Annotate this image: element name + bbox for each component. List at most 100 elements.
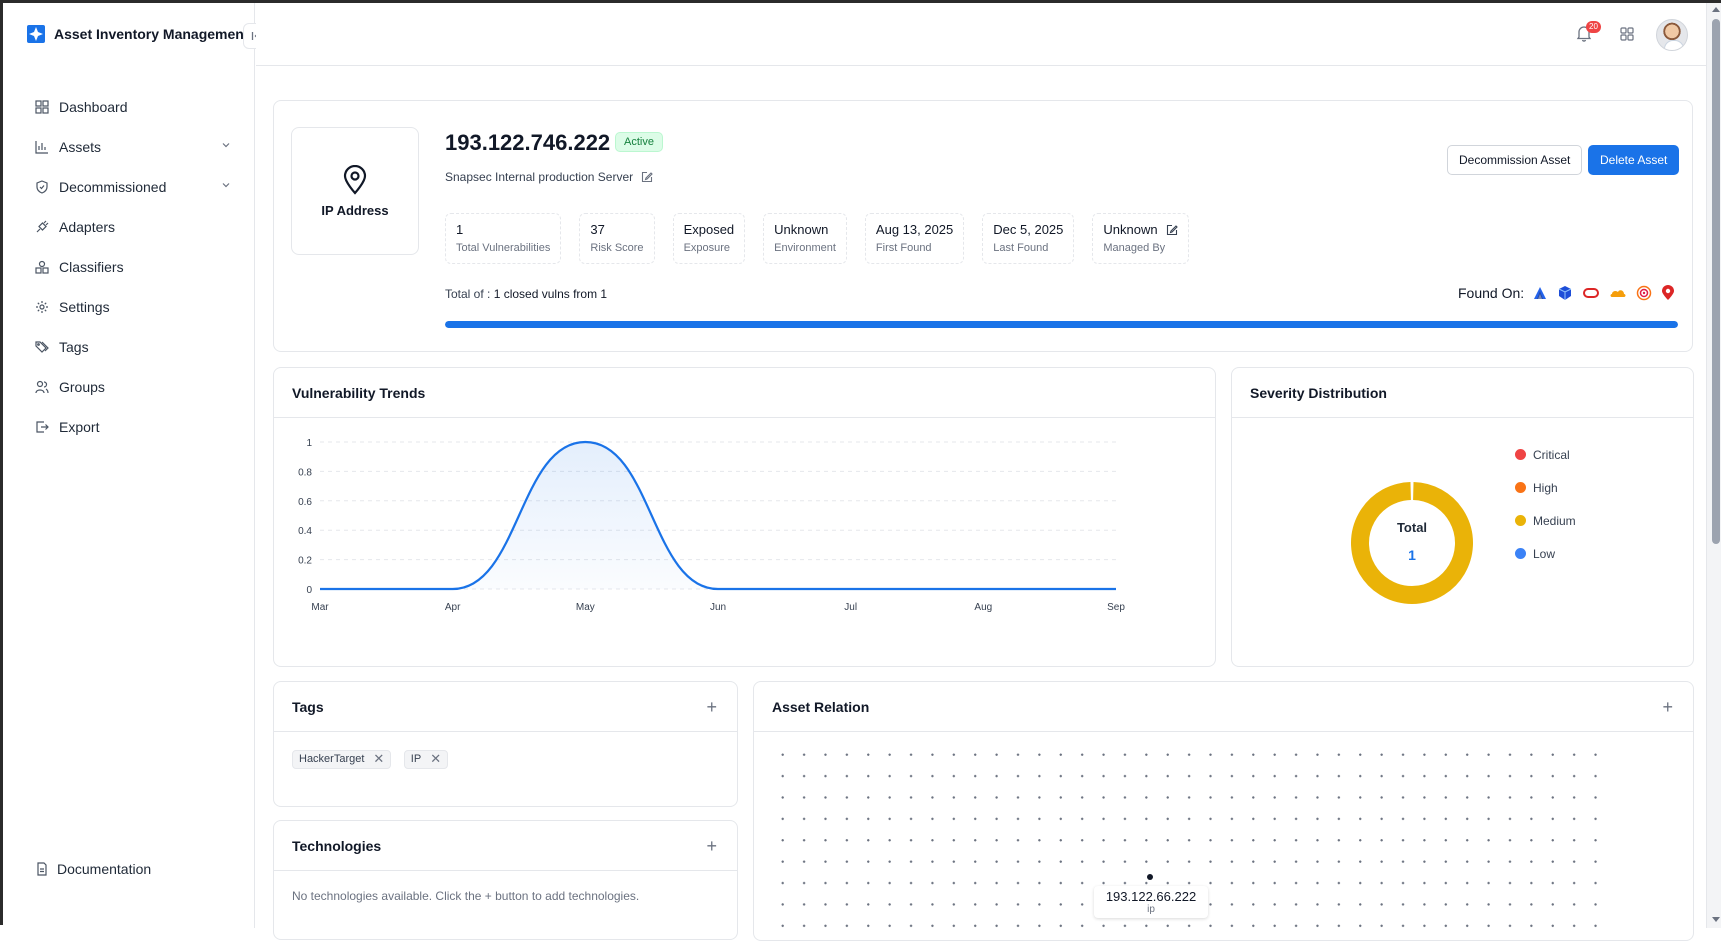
sidebar-item-label: Assets xyxy=(59,139,102,155)
documentation-link[interactable]: Documentation xyxy=(35,861,151,877)
plug-icon xyxy=(36,220,49,233)
y-tick-label: 0.2 xyxy=(298,556,312,567)
map-pin-icon xyxy=(343,164,367,195)
closed-vulns-prefix: Total of : xyxy=(445,287,491,301)
page-scrollbar[interactable] xyxy=(1706,3,1721,928)
y-tick-label: 0 xyxy=(306,585,312,596)
donut-center: Total 1 xyxy=(1362,520,1462,563)
sidebar-item-classifiers[interactable]: Classifiers xyxy=(31,247,231,287)
sidebar-item-label: Dashboard xyxy=(59,99,128,115)
document-icon xyxy=(37,862,47,876)
node-label: 193.122.66.222 xyxy=(1105,889,1197,904)
card-header: Vulnerability Trends xyxy=(274,368,1215,418)
stat-label: Last Found xyxy=(993,242,1049,254)
atlassian-icon[interactable] xyxy=(1532,285,1548,301)
sidebar-item-label: Tags xyxy=(59,339,89,355)
decommission-asset-button[interactable]: Decommission Asset xyxy=(1447,145,1583,175)
sidebar-item-label: Decommissioned xyxy=(59,179,167,195)
found-on-icons xyxy=(1532,285,1675,301)
add-technology-button[interactable]: + xyxy=(706,836,717,857)
edit-icon[interactable] xyxy=(641,171,653,183)
apps-grid-icon[interactable] xyxy=(1620,27,1634,41)
cube-icon[interactable] xyxy=(1557,285,1573,301)
brand[interactable]: Asset Inventory Management xyxy=(27,25,249,43)
remove-tag-icon[interactable]: ✕ xyxy=(430,751,441,767)
node-label-box: 193.122.66.222 ip xyxy=(1094,886,1208,918)
stat-value: Aug 13, 2025 xyxy=(875,222,954,237)
legend-dot xyxy=(1515,449,1526,460)
stat-label: Managed By xyxy=(1103,242,1166,254)
target-icon[interactable] xyxy=(1636,285,1652,301)
oracle-icon[interactable] xyxy=(1582,285,1600,301)
sidebar-item-dashboard[interactable]: Dashboard xyxy=(31,87,231,127)
stat-label: Total Vulnerabilities xyxy=(456,242,551,254)
technologies-card: Technologies + No technologies available… xyxy=(273,820,738,940)
stat-value: 1 xyxy=(456,222,464,237)
x-tick-label: Mar xyxy=(311,602,329,613)
app-title: Asset Inventory Management xyxy=(54,26,249,42)
card-header: Severity Distribution xyxy=(1232,368,1693,418)
relation-node[interactable]: 193.122.66.222 ip xyxy=(1094,874,1208,918)
sidebar-item-assets[interactable]: Assets xyxy=(31,127,231,167)
node-sublabel: ip xyxy=(1147,904,1155,915)
scroll-thumb[interactable] xyxy=(1712,19,1720,544)
stat-value-row: Unknown xyxy=(1103,222,1178,237)
legend-label: Low xyxy=(1533,546,1556,561)
tag-chip: HackerTarget ✕ xyxy=(292,749,392,769)
app-window: Asset Inventory Management Dashboard Ass… xyxy=(0,0,1721,941)
chevron-down-icon[interactable] xyxy=(221,180,231,190)
sidebar-item-groups[interactable]: Groups xyxy=(31,367,231,407)
edit-icon[interactable] xyxy=(1166,224,1178,236)
legend-label: Critical xyxy=(1533,447,1570,462)
sidebar-item-tags[interactable]: Tags xyxy=(31,327,231,367)
legend-item-low: Low xyxy=(1515,537,1576,570)
add-tag-button[interactable]: + xyxy=(706,697,717,718)
status-badge: Active xyxy=(615,132,663,152)
sidebar-item-label: Groups xyxy=(59,379,105,395)
scroll-up-arrow[interactable] xyxy=(1712,7,1720,12)
export-icon xyxy=(36,421,49,433)
card-title: Asset Relation xyxy=(772,698,870,715)
stat-total-vulnerabilities: 1 Total Vulnerabilities xyxy=(445,213,562,264)
trend-line xyxy=(319,440,1116,591)
remove-tag-icon[interactable]: ✕ xyxy=(373,751,384,767)
cloudflare-icon[interactable] xyxy=(1609,285,1627,301)
stat-last-found: Dec 5, 2025 Last Found xyxy=(982,213,1075,264)
asset-relation-card: Asset Relation + 193.122.66.222 ip xyxy=(753,681,1694,941)
shapes-icon xyxy=(35,260,49,274)
asset-type-box: IP Address xyxy=(291,127,419,255)
sidebar-item-adapters[interactable]: Adapters xyxy=(31,207,231,247)
sidebar-item-export[interactable]: Export xyxy=(31,407,231,447)
stat-first-found: Aug 13, 2025 First Found xyxy=(864,213,965,264)
bar-chart-icon xyxy=(35,141,48,154)
topbar: 20 xyxy=(256,3,1706,66)
stat-managed-by: Unknown Managed By xyxy=(1092,213,1189,264)
tags-icon xyxy=(35,341,49,353)
scroll-down-arrow[interactable] xyxy=(1712,917,1720,922)
stat-value: Dec 5, 2025 xyxy=(993,222,1064,237)
stat-environment: Unknown Environment xyxy=(763,213,847,264)
node-handle[interactable] xyxy=(1147,874,1153,880)
tag-list: HackerTarget ✕ IP ✕ xyxy=(274,732,737,786)
asset-description: Snapsec Internal production Server xyxy=(445,170,653,184)
x-tick-label: Sep xyxy=(1107,602,1125,613)
closed-vulns-summary: Total of : 1 closed vulns from 1 xyxy=(445,287,607,301)
found-on: Found On: xyxy=(1458,285,1675,301)
grid-icon xyxy=(35,100,49,114)
add-relation-button[interactable]: + xyxy=(1662,697,1673,718)
user-avatar[interactable] xyxy=(1656,19,1688,51)
delete-asset-button[interactable]: Delete Asset xyxy=(1588,145,1680,175)
asset-overview-card: IP Address 193.122.746.222 Active Snapse… xyxy=(273,100,1693,352)
asset-description-text: Snapsec Internal production Server xyxy=(445,170,634,184)
chevron-down-icon[interactable] xyxy=(221,140,231,150)
sidebar-nav: Dashboard Assets Decommissioned Adapters… xyxy=(31,87,231,447)
gear-icon xyxy=(36,301,48,313)
closed-vulns-text: 1 closed vulns from 1 xyxy=(493,287,608,301)
app-logo-icon xyxy=(27,25,45,43)
map-pin-icon[interactable] xyxy=(1661,285,1675,301)
sidebar-item-decommissioned[interactable]: Decommissioned xyxy=(31,167,231,207)
card-title: Tags xyxy=(292,698,324,715)
sidebar: Asset Inventory Management Dashboard Ass… xyxy=(3,3,255,928)
card-header: Tags + xyxy=(274,682,737,732)
sidebar-item-settings[interactable]: Settings xyxy=(31,287,231,327)
